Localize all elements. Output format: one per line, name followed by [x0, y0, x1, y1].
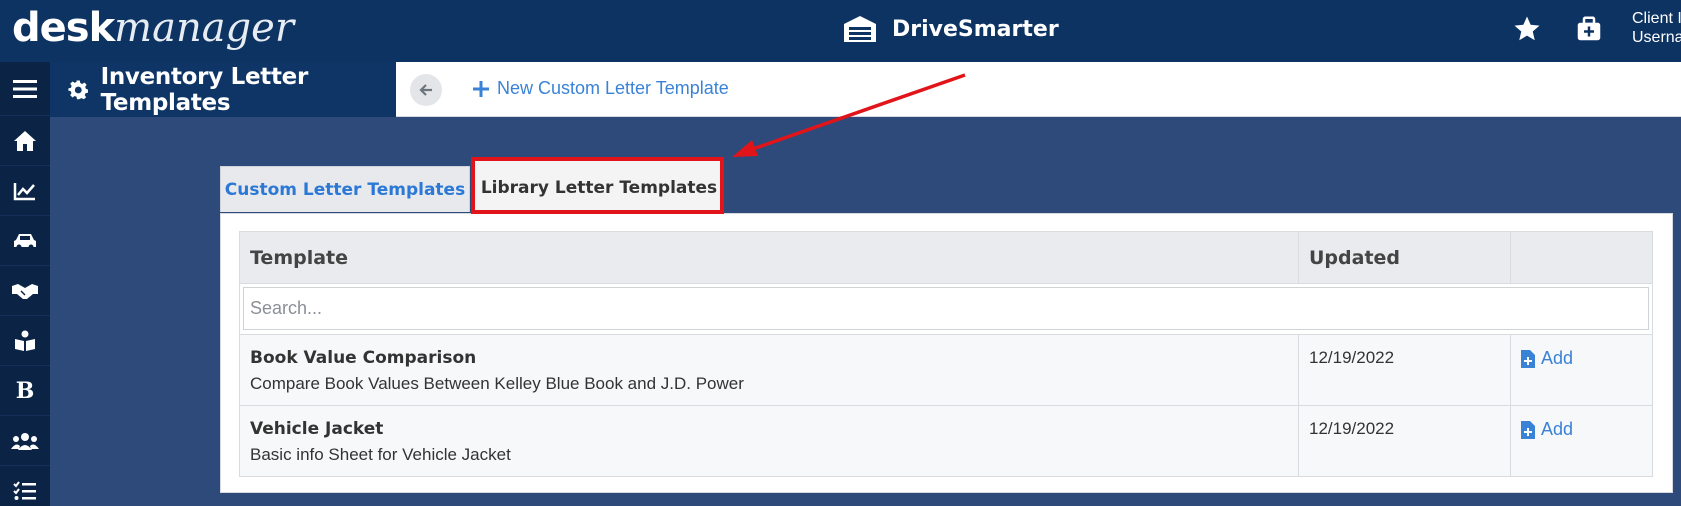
templates-panel: Template Updated Book Value Comparison C…	[220, 213, 1673, 493]
page-title-block: Inventory Letter Templates	[50, 62, 396, 117]
page-title: Inventory Letter Templates	[100, 63, 309, 116]
add-template-button[interactable]: Add	[1521, 419, 1573, 440]
search-row	[240, 284, 1652, 335]
template-cell: Book Value Comparison Compare Book Value…	[240, 335, 1299, 405]
column-header-actions	[1511, 232, 1652, 283]
add-template-button[interactable]: Add	[1521, 348, 1573, 369]
chart-icon[interactable]	[0, 166, 50, 216]
car-icon[interactable]	[0, 216, 50, 266]
table-header: Template Updated	[240, 232, 1652, 284]
column-header-updated[interactable]: Updated	[1299, 232, 1511, 283]
bold-b-icon[interactable]: B	[0, 366, 50, 416]
checklist-icon[interactable]	[0, 466, 50, 506]
brand: DriveSmarter	[842, 14, 1059, 44]
garage-icon	[844, 16, 876, 42]
client-info[interactable]: Client I Userna	[1632, 9, 1681, 47]
users-icon[interactable]	[0, 416, 50, 466]
actions-cell: Add	[1511, 406, 1652, 476]
sidebar: B	[0, 62, 50, 506]
top-bar: deskmanager DriveSmarter Client I Userna	[0, 0, 1681, 62]
arrow-left-icon	[419, 84, 432, 96]
table-row: Book Value Comparison Compare Book Value…	[240, 335, 1652, 406]
new-custom-template-label: New Custom Letter Template	[497, 78, 729, 98]
menu-icon[interactable]	[0, 62, 50, 116]
template-description: Compare Book Values Between Kelley Blue …	[250, 374, 744, 393]
plus-icon	[473, 80, 489, 97]
brand-name: DriveSmarter	[892, 16, 1059, 42]
updated-cell: 12/19/2022	[1299, 406, 1511, 476]
new-custom-template-link[interactable]: New Custom Letter Template	[473, 78, 729, 99]
template-description: Basic info Sheet for Vehicle Jacket	[250, 445, 511, 464]
search-input[interactable]	[243, 287, 1649, 330]
gear-icon	[68, 80, 88, 99]
tab-custom-letter-templates[interactable]: Custom Letter Templates	[220, 166, 470, 212]
back-button[interactable]	[410, 74, 442, 106]
template-cell: Vehicle Jacket Basic info Sheet for Vehi…	[240, 406, 1299, 476]
templates-table: Template Updated Book Value Comparison C…	[239, 231, 1653, 477]
template-name: Vehicle Jacket	[250, 419, 384, 439]
actions-cell: Add	[1511, 335, 1652, 405]
updated-cell: 12/19/2022	[1299, 335, 1511, 405]
page-header: Inventory Letter Templates New Custom Le…	[50, 62, 1681, 117]
reading-icon[interactable]	[0, 316, 50, 366]
medical-kit-icon[interactable]	[1574, 14, 1604, 44]
template-name: Book Value Comparison	[250, 348, 477, 368]
star-icon[interactable]	[1512, 14, 1542, 44]
column-header-template[interactable]: Template	[240, 232, 1299, 283]
file-add-icon	[1521, 349, 1535, 368]
handshake-icon[interactable]	[0, 266, 50, 316]
home-icon[interactable]	[0, 116, 50, 166]
deskmanager-logo[interactable]: deskmanager	[12, 6, 294, 50]
table-row: Vehicle Jacket Basic info Sheet for Vehi…	[240, 406, 1652, 476]
tab-library-letter-templates[interactable]: Library Letter Templates	[474, 160, 724, 214]
file-add-icon	[1521, 420, 1535, 439]
